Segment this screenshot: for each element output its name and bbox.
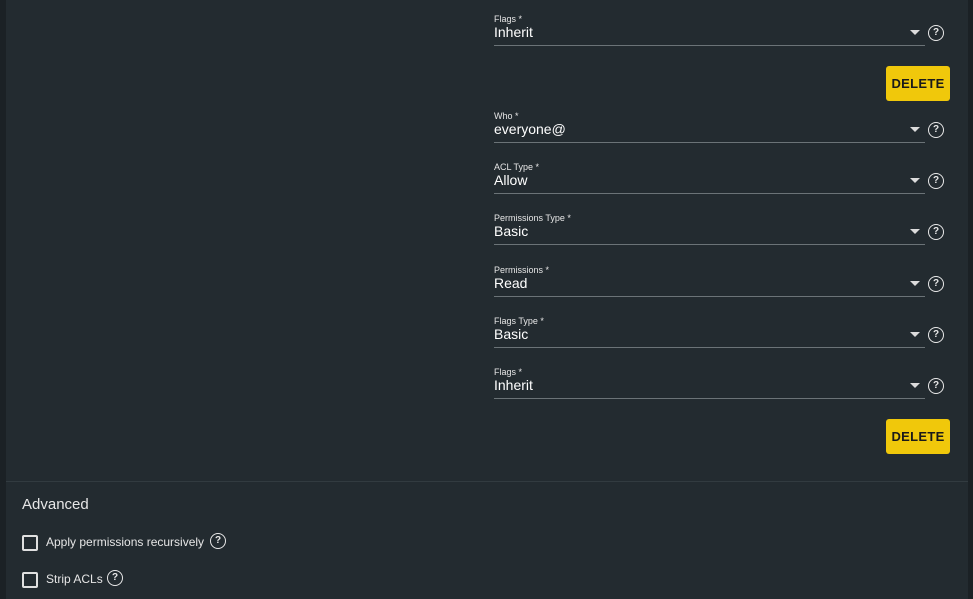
ace2-delete-button[interactable]: DELETE bbox=[886, 419, 950, 454]
help-icon[interactable]: ? bbox=[928, 173, 944, 189]
help-icon[interactable]: ? bbox=[210, 533, 226, 549]
field-value: Basic bbox=[494, 326, 529, 342]
field-underline bbox=[494, 398, 925, 399]
field-label: Flags Type * bbox=[494, 316, 544, 326]
checkbox-icon[interactable] bbox=[22, 572, 38, 588]
ace2-permissions-select[interactable]: Permissions * Read ? bbox=[494, 265, 949, 305]
ace2-permissions-type-select[interactable]: Permissions Type * Basic ? bbox=[494, 213, 949, 253]
help-icon[interactable]: ? bbox=[928, 25, 944, 41]
help-icon[interactable]: ? bbox=[928, 378, 944, 394]
ace2-flags-select[interactable]: Flags * Inherit ? bbox=[494, 367, 949, 407]
checkbox-icon[interactable] bbox=[22, 535, 38, 551]
advanced-section-title: Advanced bbox=[22, 496, 89, 513]
ace1-flags-select[interactable]: Flags * Inherit ? bbox=[494, 14, 949, 54]
chevron-down-icon[interactable] bbox=[910, 178, 920, 183]
help-icon[interactable]: ? bbox=[928, 122, 944, 138]
help-icon[interactable]: ? bbox=[928, 224, 944, 240]
chevron-down-icon[interactable] bbox=[910, 281, 920, 286]
chevron-down-icon[interactable] bbox=[910, 229, 920, 234]
chevron-down-icon[interactable] bbox=[910, 383, 920, 388]
field-label: ACL Type * bbox=[494, 162, 540, 172]
checkbox-label[interactable]: Apply permissions recursively bbox=[46, 535, 204, 549]
section-divider bbox=[6, 481, 968, 482]
right-edge bbox=[968, 0, 973, 599]
field-value: Inherit bbox=[494, 377, 533, 393]
field-label: Permissions Type * bbox=[494, 213, 571, 223]
field-underline bbox=[494, 347, 925, 348]
chevron-down-icon[interactable] bbox=[910, 127, 920, 132]
ace2-flags-type-select[interactable]: Flags Type * Basic ? bbox=[494, 316, 949, 356]
field-label: Permissions * bbox=[494, 265, 550, 275]
field-label: Who * bbox=[494, 111, 519, 121]
chevron-down-icon[interactable] bbox=[910, 30, 920, 35]
field-underline bbox=[494, 193, 925, 194]
ace1-delete-button[interactable]: DELETE bbox=[886, 66, 950, 101]
checkbox-label[interactable]: Strip ACLs bbox=[46, 572, 103, 586]
help-icon[interactable]: ? bbox=[928, 327, 944, 343]
field-value: Basic bbox=[494, 223, 529, 239]
field-underline bbox=[494, 244, 925, 245]
field-value: Allow bbox=[494, 172, 528, 188]
field-value: Read bbox=[494, 275, 528, 291]
chevron-down-icon[interactable] bbox=[910, 332, 920, 337]
apply-recursively-checkbox-row[interactable]: Apply permissions recursively ? bbox=[22, 533, 242, 553]
ace2-acl-type-select[interactable]: ACL Type * Allow ? bbox=[494, 162, 949, 202]
help-icon[interactable]: ? bbox=[107, 570, 123, 586]
field-label: Flags * bbox=[494, 367, 523, 377]
strip-acls-checkbox-row[interactable]: Strip ACLs ? bbox=[22, 570, 142, 590]
field-underline bbox=[494, 142, 925, 143]
field-label: Flags * bbox=[494, 14, 523, 24]
field-underline bbox=[494, 296, 925, 297]
field-value: Inherit bbox=[494, 24, 533, 40]
field-underline bbox=[494, 45, 925, 46]
help-icon[interactable]: ? bbox=[928, 276, 944, 292]
field-value: everyone@ bbox=[494, 121, 566, 137]
ace2-who-select[interactable]: Who * everyone@ ? bbox=[494, 111, 949, 151]
